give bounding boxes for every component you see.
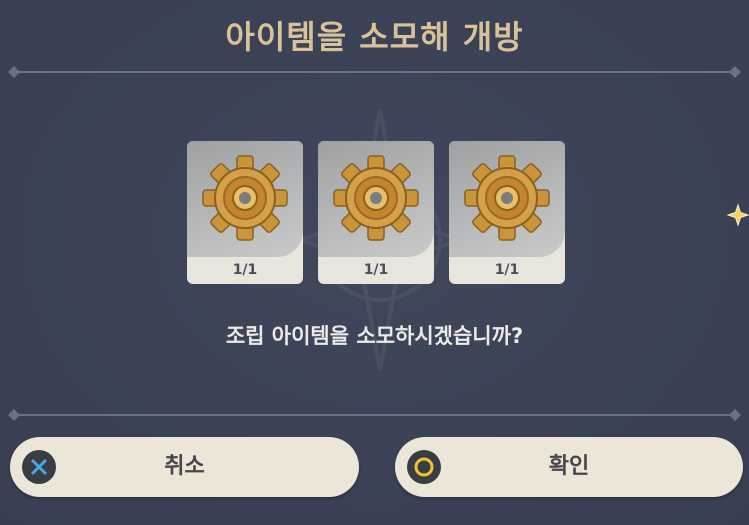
confirm-button[interactable]: 확인 — [395, 437, 743, 497]
item-card[interactable]: 1/1 — [187, 141, 303, 284]
item-art — [318, 141, 434, 257]
sparkle-icon — [726, 203, 749, 227]
gear-icon — [202, 155, 288, 241]
confirm-label: 확인 — [548, 454, 590, 479]
dialog: 아이템을 소모해 개방 1/1 1/1 1/1 조립 아이템을 소모하시겠습니까… — [0, 0, 749, 525]
item-count: 1/1 — [363, 262, 389, 278]
item-art — [449, 141, 565, 257]
dialog-title: 아이템을 소모해 개방 — [225, 18, 524, 56]
item-card[interactable]: 1/1 — [318, 141, 434, 284]
cancel-label: 취소 — [164, 454, 205, 479]
item-count: 1/1 — [494, 262, 520, 278]
cancel-button[interactable]: 취소 — [10, 437, 359, 497]
top-divider — [8, 66, 741, 78]
item-count: 1/1 — [232, 262, 258, 278]
gear-icon — [464, 155, 550, 241]
gear-icon — [333, 155, 419, 241]
item-card[interactable]: 1/1 — [449, 141, 565, 284]
item-art — [187, 141, 303, 257]
confirm-question: 조립 아이템을 소모하시겠습니까? — [225, 324, 524, 348]
item-list: 1/1 1/1 1/1 — [187, 141, 567, 285]
bottom-divider — [8, 409, 741, 421]
